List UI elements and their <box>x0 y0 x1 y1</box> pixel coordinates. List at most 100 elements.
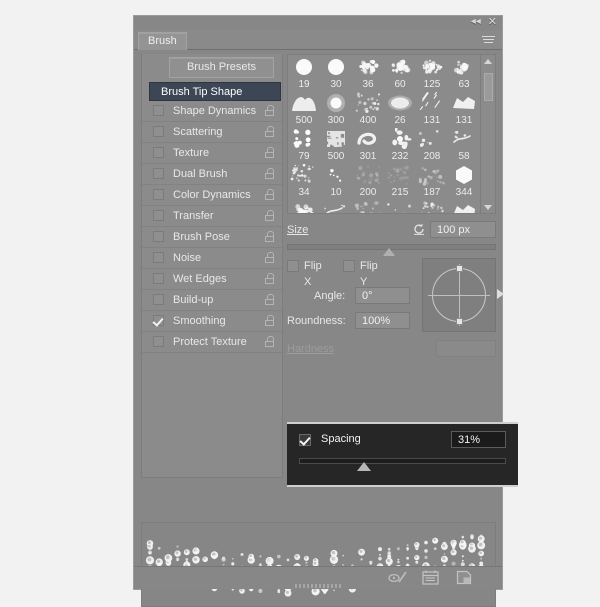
sidebar-item-brush-tip-shape[interactable]: Brush Tip Shape <box>149 82 281 101</box>
spacing-slider-knob[interactable] <box>357 462 371 471</box>
brush-thumbnail-round-soft-icon[interactable] <box>289 56 319 78</box>
hardness-value-field[interactable] <box>436 340 496 357</box>
flip-y-box[interactable] <box>343 260 355 272</box>
brush-thumbnail-swirl-icon[interactable] <box>353 128 383 150</box>
brush-preset-cell[interactable] <box>416 199 448 214</box>
lock-icon[interactable] <box>265 105 274 116</box>
brush-thumbnail-spatter-icon[interactable] <box>353 56 383 78</box>
brush-thumbnail-arch-icon[interactable] <box>289 92 319 114</box>
sidebar-item-build-up[interactable]: Build-up <box>142 290 282 311</box>
brush-preset-cell[interactable]: 58 <box>448 127 480 163</box>
brush-preset-cell[interactable]: 232 <box>384 127 416 163</box>
brush-preset-cell[interactable]: 26 <box>384 91 416 127</box>
brush-thumbnail-spatter-icon[interactable] <box>289 200 319 214</box>
brush-thumbnail-sparse-dots-icon[interactable] <box>417 128 447 150</box>
lock-icon[interactable] <box>265 231 274 242</box>
scrollbar-thumb[interactable] <box>484 73 493 101</box>
checkbox-build-up[interactable] <box>153 294 164 305</box>
sidebar-item-color-dynamics[interactable]: Color Dynamics <box>142 185 282 206</box>
brush-preset-cell[interactable] <box>384 199 416 214</box>
brush-thumbnail-blob-icon[interactable] <box>385 92 415 114</box>
brush-thumbnail-wisp-icon[interactable] <box>449 128 479 150</box>
brush-grid-scrollbar[interactable] <box>480 55 495 213</box>
brush-thumbnail-speckle-icon[interactable] <box>353 92 383 114</box>
checkbox-brush-pose[interactable] <box>153 231 164 242</box>
lock-icon[interactable] <box>265 252 274 263</box>
angle-value-field[interactable]: 0° <box>355 287 410 304</box>
brush-preset-cell[interactable]: 79 <box>288 127 320 163</box>
tab-brush[interactable]: Brush <box>138 32 187 50</box>
brush-preset-cell[interactable]: 131 <box>416 91 448 127</box>
brush-thumbnail-round-soft-icon[interactable] <box>321 56 351 78</box>
brush-preset-cell[interactable]: 301 <box>352 127 384 163</box>
roundness-handle-top[interactable] <box>456 265 463 272</box>
brush-thumbnail-round-glow-icon[interactable] <box>321 92 351 114</box>
brush-preset-cell[interactable]: 500 <box>288 91 320 127</box>
scroll-down-arrow-icon[interactable] <box>481 201 495 213</box>
reset-size-icon[interactable] <box>412 222 426 236</box>
sidebar-item-smoothing[interactable]: Smoothing <box>142 311 282 332</box>
brush-thumbnail-tiny-dots-icon[interactable] <box>321 164 351 186</box>
brush-thumbnail-chunk-icon[interactable] <box>449 200 479 214</box>
brush-preset-cell[interactable]: 36 <box>352 55 384 91</box>
brush-preset-cell[interactable]: 300 <box>320 91 352 127</box>
angle-pointer-icon[interactable] <box>497 289 504 299</box>
brush-presets-button[interactable]: Brush Presets <box>169 57 274 78</box>
brush-preset-cell[interactable]: 19 <box>288 55 320 91</box>
brush-thumbnail-spatter-icon[interactable] <box>417 56 447 78</box>
lock-icon[interactable] <box>265 210 274 221</box>
brush-thumbnail-hexagon-icon[interactable] <box>449 164 479 186</box>
scroll-up-arrow-icon[interactable] <box>481 55 495 67</box>
brush-thumbnail-faint-spray-icon[interactable] <box>353 200 383 214</box>
checkbox-dual-brush[interactable] <box>153 168 164 179</box>
sidebar-item-dual-brush[interactable]: Dual Brush <box>142 164 282 185</box>
sidebar-item-noise[interactable]: Noise <box>142 248 282 269</box>
toggle-brush-pencil-icon[interactable] <box>388 570 406 586</box>
checkbox-protect-texture[interactable] <box>153 336 164 347</box>
sidebar-item-scattering[interactable]: Scattering <box>142 122 282 143</box>
lock-icon[interactable] <box>265 126 274 137</box>
brush-preset-cell[interactable]: 60 <box>384 55 416 91</box>
create-new-brush-icon[interactable] <box>456 570 474 586</box>
spacing-value-field[interactable]: 31% <box>451 431 506 448</box>
lock-icon[interactable] <box>265 168 274 179</box>
brush-thumbnail-wisp-icon[interactable] <box>321 200 351 214</box>
brush-thumbnail-speckle-icon[interactable] <box>417 200 447 214</box>
size-slider-knob[interactable] <box>383 248 395 256</box>
open-preset-manager-icon[interactable] <box>422 570 440 586</box>
checkbox-texture[interactable] <box>153 147 164 158</box>
lock-icon[interactable] <box>265 336 274 347</box>
close-icon[interactable]: ✕ <box>488 17 497 27</box>
brush-preset-cell[interactable]: 131 <box>448 91 480 127</box>
collapse-arrows-icon[interactable]: ◂◂ <box>471 17 481 27</box>
size-slider[interactable] <box>287 244 496 250</box>
brush-thumbnail-faint-cloud-icon[interactable] <box>353 164 383 186</box>
brush-preset-cell[interactable]: 63 <box>448 55 480 91</box>
brush-thumbnail-faint-texture-icon[interactable] <box>385 164 415 186</box>
lock-icon[interactable] <box>265 147 274 158</box>
spacing-slider[interactable] <box>299 458 506 464</box>
brush-preset-cell[interactable] <box>448 199 480 214</box>
checkbox-transfer[interactable] <box>153 210 164 221</box>
brush-thumbnail-spatter-icon[interactable] <box>385 56 415 78</box>
brush-preset-cell[interactable]: 125 <box>416 55 448 91</box>
panel-resize-grip[interactable] <box>295 584 341 588</box>
brush-thumbnail-dots-cluster-icon[interactable] <box>289 128 319 150</box>
sidebar-item-transfer[interactable]: Transfer <box>142 206 282 227</box>
brush-preset-cell[interactable]: 500 <box>320 127 352 163</box>
checkbox-wet-edges[interactable] <box>153 273 164 284</box>
brush-thumbnail-square-rough-icon[interactable] <box>321 128 351 150</box>
brush-thumbnail-faint-spray-icon[interactable] <box>417 164 447 186</box>
checkbox-shape-dynamics[interactable] <box>153 105 164 116</box>
checkbox-scattering[interactable] <box>153 126 164 137</box>
checkbox-smoothing[interactable] <box>153 315 164 326</box>
roundness-value-field[interactable]: 100% <box>355 312 410 329</box>
sidebar-item-brush-pose[interactable]: Brush Pose <box>142 227 282 248</box>
brush-preset-cell[interactable] <box>320 199 352 214</box>
brush-preset-cell[interactable]: 200 <box>352 163 384 199</box>
brush-preset-cell[interactable]: 34 <box>288 163 320 199</box>
lock-icon[interactable] <box>265 315 274 326</box>
brush-thumbnail-fine-spatter-icon[interactable] <box>289 164 319 186</box>
brush-preset-cell[interactable]: 30 <box>320 55 352 91</box>
brush-thumbnail-star-burst-icon[interactable] <box>385 128 415 150</box>
